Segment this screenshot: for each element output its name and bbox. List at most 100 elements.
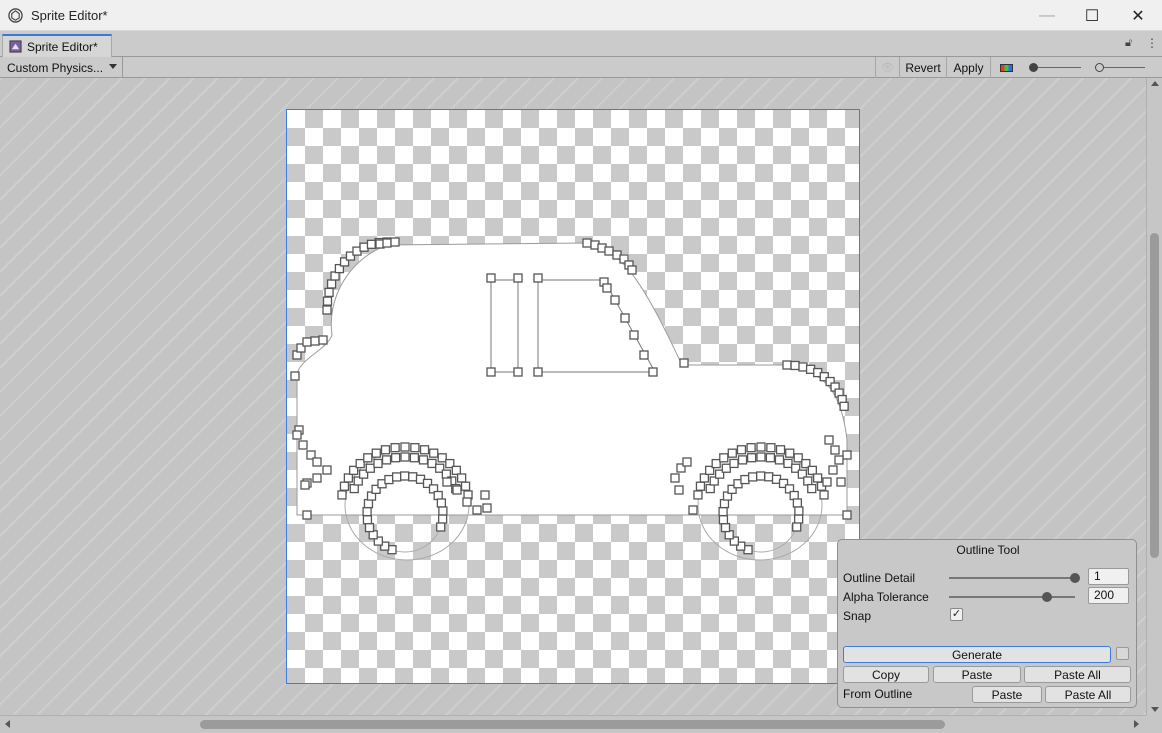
outline-vertex-handle[interactable]: [774, 455, 785, 465]
outline-vertex-handle[interactable]: [292, 430, 302, 440]
scroll-down-icon[interactable]: [1151, 707, 1159, 712]
outline-vertex-handle[interactable]: [582, 238, 592, 248]
outline-vertex-handle[interactable]: [322, 305, 332, 315]
scroll-up-icon[interactable]: [1151, 81, 1159, 86]
outline-vertex-handle[interactable]: [355, 458, 365, 469]
outline-vertex-handle[interactable]: [418, 455, 429, 465]
outline-vertex-handle[interactable]: [419, 445, 430, 455]
outline-vertex-handle[interactable]: [427, 458, 437, 469]
outline-vertex-handle[interactable]: [824, 435, 834, 445]
outline-vertex-handle[interactable]: [452, 485, 462, 495]
outline-vertex-handle[interactable]: [756, 442, 766, 452]
outline-vertex-handle[interactable]: [302, 337, 312, 347]
outline-vertex-handle[interactable]: [349, 483, 359, 494]
outline-vertex-handle[interactable]: [438, 514, 448, 524]
outline-vertex-handle[interactable]: [670, 473, 680, 483]
outline-vertex-handle[interactable]: [390, 453, 401, 463]
outline-vertex-handle[interactable]: [312, 473, 322, 483]
outline-vertex-handle[interactable]: [433, 490, 443, 501]
outline-vertex-handle[interactable]: [688, 505, 698, 515]
outline-vertex-handle[interactable]: [300, 480, 310, 490]
outline-vertex-handle[interactable]: [842, 450, 852, 460]
outline-vertex-handle[interactable]: [380, 445, 391, 455]
outline-vertex-handle[interactable]: [366, 239, 377, 249]
from-outline-paste-button[interactable]: Paste: [972, 686, 1042, 703]
outline-vertex-handle[interactable]: [298, 440, 308, 450]
outline-vertex-handle[interactable]: [462, 497, 472, 507]
outline-vertex-handle[interactable]: [695, 481, 706, 491]
tab-sprite-editor[interactable]: Sprite Editor*: [2, 34, 112, 57]
outline-vertex-handle[interactable]: [711, 458, 721, 469]
outline-vertex-handle[interactable]: [373, 458, 383, 469]
outline-vertex-handle[interactable]: [436, 522, 446, 532]
outline-vertex-handle[interactable]: [533, 367, 543, 377]
outline-vertex-handle[interactable]: [343, 473, 354, 483]
outline-vertex-handle[interactable]: [719, 498, 730, 509]
alpha-tolerance-slider[interactable]: [949, 592, 1075, 602]
outline-vertex-handle[interactable]: [318, 335, 328, 345]
slider-handle[interactable]: [1095, 63, 1104, 72]
slider-handle[interactable]: [1070, 573, 1080, 583]
outline-vertex-handle[interactable]: [819, 490, 829, 500]
generate-options-toggle[interactable]: [1116, 647, 1129, 660]
outline-vertex-handle[interactable]: [807, 465, 817, 476]
outline-vertex-handle[interactable]: [513, 273, 523, 283]
snap-checkbox[interactable]: ✓: [950, 608, 963, 621]
slider-handle[interactable]: [1042, 592, 1053, 602]
outline-vertex-handle[interactable]: [437, 453, 447, 463]
outline-vertex-handle[interactable]: [381, 455, 392, 465]
outline-vertex-handle[interactable]: [807, 483, 817, 494]
outline-vertex-handle[interactable]: [364, 522, 375, 533]
outline-vertex-handle[interactable]: [365, 463, 375, 473]
outline-vertex-handle[interactable]: [363, 498, 374, 509]
alpha-tolerance-field[interactable]: 200: [1088, 587, 1129, 604]
mip-level-slider[interactable]: [1095, 63, 1145, 72]
outline-vertex-handle[interactable]: [390, 237, 400, 247]
outline-vertex-handle[interactable]: [472, 505, 482, 515]
scroll-right-icon[interactable]: [1134, 720, 1139, 728]
outline-detail-slider[interactable]: [949, 573, 1080, 583]
outline-vertex-handle[interactable]: [408, 472, 418, 482]
maximize-button[interactable]: ☐: [1069, 0, 1115, 31]
alpha-slider[interactable]: [1029, 63, 1081, 72]
outline-vertex-handle[interactable]: [792, 498, 803, 508]
from-outline-paste-all-button[interactable]: Paste All: [1045, 686, 1131, 703]
outline-vertex-handle[interactable]: [693, 490, 703, 500]
outline-vertex-handle[interactable]: [451, 465, 461, 476]
sprite-physics-outline[interactable]: [287, 110, 861, 685]
outline-vertex-handle[interactable]: [785, 448, 795, 458]
outline-vertex-handle[interactable]: [764, 472, 774, 482]
outline-vertex-handle[interactable]: [482, 503, 492, 513]
outline-vertex-handle[interactable]: [699, 473, 710, 483]
sprite-frame[interactable]: [286, 109, 860, 684]
outline-vertex-handle[interactable]: [783, 458, 793, 469]
outline-vertex-handle[interactable]: [822, 477, 832, 487]
outline-vertex-handle[interactable]: [842, 510, 852, 520]
scroll-left-icon[interactable]: [5, 720, 10, 728]
outline-vertex-handle[interactable]: [746, 443, 756, 453]
outline-vertex-handle[interactable]: [438, 506, 448, 516]
outline-vertex-handle[interactable]: [737, 455, 748, 465]
paste-all-button[interactable]: Paste All: [1024, 666, 1131, 683]
outline-vertex-handle[interactable]: [639, 350, 649, 360]
minimize-button[interactable]: —: [1024, 0, 1070, 31]
outline-vertex-handle[interactable]: [794, 506, 804, 516]
outline-vertex-handle[interactable]: [812, 473, 823, 483]
outline-vertex-handle[interactable]: [736, 445, 747, 455]
outline-vertex-handle[interactable]: [436, 498, 447, 508]
outline-vertex-handle[interactable]: [400, 452, 410, 462]
outline-vertex-handle[interactable]: [789, 490, 799, 501]
eye-icon[interactable]: 👁︎: [875, 57, 899, 78]
outline-vertex-handle[interactable]: [480, 490, 490, 500]
outline-vertex-handle[interactable]: [792, 522, 802, 532]
outline-vertex-handle[interactable]: [390, 443, 400, 453]
outline-vertex-handle[interactable]: [604, 246, 614, 256]
outline-vertex-handle[interactable]: [803, 476, 813, 486]
outline-vertex-handle[interactable]: [326, 279, 337, 289]
outline-vertex-handle[interactable]: [371, 448, 381, 458]
outline-vertex-handle[interactable]: [533, 273, 543, 283]
outline-vertex-handle[interactable]: [830, 445, 840, 455]
outline-vertex-handle[interactable]: [718, 506, 728, 517]
outline-vertex-handle[interactable]: [798, 362, 808, 372]
revert-button[interactable]: Revert: [899, 57, 946, 78]
